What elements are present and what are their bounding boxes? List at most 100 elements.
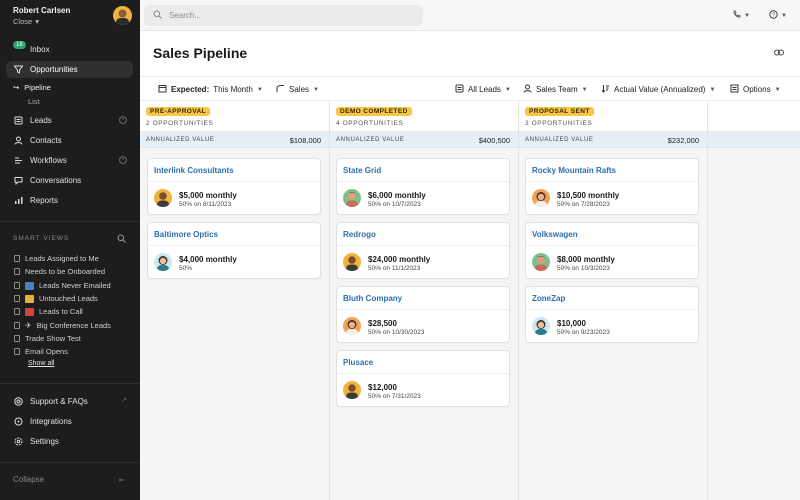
chevron-down-icon: ▾: [35, 17, 39, 26]
lead-name-link[interactable]: Interlink Consultants: [154, 166, 234, 175]
opportunity-confidence-date: 50% on 7/31/2023: [368, 393, 421, 400]
opportunity-confidence-date: 50% on 9/23/2023: [557, 329, 610, 336]
lead-name-link[interactable]: Redrogo: [343, 230, 376, 239]
smart-view-item[interactable]: Leads Never Emailed: [14, 281, 111, 290]
document-icon: [14, 295, 20, 302]
sidebar-item-settings[interactable]: Settings: [6, 433, 133, 450]
sort-label: Actual Value (Annualized): [614, 85, 706, 94]
sidebar-item-conversations[interactable]: Conversations: [6, 172, 133, 189]
options-menu[interactable]: Options ▼: [730, 84, 781, 95]
add-icon[interactable]: +: [119, 156, 127, 164]
opportunity-card[interactable]: Redrogo $24,000 monthly 50% on 11/1/2023: [336, 222, 510, 279]
lead-name-link[interactable]: State Grid: [343, 166, 381, 175]
sidebar-item-integrations[interactable]: Integrations: [6, 413, 133, 430]
sidebar-item-leads[interactable]: Leads +: [6, 112, 133, 129]
options-label: Options: [743, 85, 771, 94]
smart-view-item[interactable]: Needs to be Onboarded: [14, 267, 105, 276]
gear-icon: [14, 437, 23, 446]
opportunity-confidence-date: 50% on 10/3/2023: [557, 265, 610, 272]
team-filter[interactable]: Sales Team ▼: [523, 84, 588, 95]
lead-name-link[interactable]: Bluth Company: [343, 294, 402, 303]
opportunity-value: $4,000 monthly: [179, 255, 237, 264]
link-icon[interactable]: [774, 48, 784, 58]
phone-menu[interactable]: ▼: [732, 10, 750, 21]
org-name[interactable]: Close ▾: [13, 17, 70, 26]
opportunity-card[interactable]: Bluth Company $28,500 50% on 10/30/2023: [336, 286, 510, 343]
opportunity-card[interactable]: Rocky Mountain Rafts $10,500 monthly 50%…: [525, 158, 699, 215]
pipeline-label: Sales: [289, 85, 310, 94]
smart-view-item[interactable]: ✈ Big Conference Leads: [14, 321, 111, 330]
sidebar-item-label: Support & FAQs: [30, 397, 88, 406]
opportunity-card[interactable]: Baltimore Optics $4,000 monthly 50%: [147, 222, 321, 279]
opportunity-count: 4 OPPORTUNITIES: [336, 120, 404, 127]
help-menu[interactable]: ? ▼: [769, 10, 787, 21]
lead-name-link[interactable]: Rocky Mountain Rafts: [532, 166, 616, 175]
column-separator: [329, 101, 330, 500]
lead-name-link[interactable]: Plusace: [343, 358, 373, 367]
sidebar-item-contacts[interactable]: Contacts: [6, 132, 133, 149]
document-icon: [14, 335, 20, 342]
leads-filter[interactable]: All Leads ▼: [455, 84, 511, 95]
sort-filter[interactable]: Actual Value (Annualized) ▼: [601, 84, 715, 95]
column-header-demo-completed: DEMO COMPLETED 4 OPPORTUNITIES: [330, 101, 518, 132]
opportunity-confidence-date: 50% on 8/11/2023: [179, 201, 232, 208]
inbox-icon: [14, 45, 23, 54]
expected-value: This Month: [213, 85, 253, 94]
opportunity-value: $10,000: [557, 319, 586, 328]
divider: [148, 181, 320, 182]
help-icon: [14, 397, 23, 406]
document-icon: [14, 282, 20, 289]
lead-name-link[interactable]: Volkswagen: [532, 230, 578, 239]
pipeline-filter[interactable]: Sales ▼: [276, 84, 319, 95]
sidebar-item-reports[interactable]: Reports: [6, 192, 133, 209]
add-icon[interactable]: +: [119, 116, 127, 124]
sidebar-item-support[interactable]: Support & FAQs ↗: [6, 393, 133, 410]
opportunity-card[interactable]: Volkswagen $8,000 monthly 50% on 10/3/20…: [525, 222, 699, 279]
collapse-icon[interactable]: ⇤: [119, 476, 125, 484]
show-all-link[interactable]: Show all: [28, 360, 54, 367]
smart-view-item[interactable]: Trade Show Test: [14, 334, 81, 343]
sidebar-subitem-pipeline[interactable]: ↪ Pipeline: [13, 83, 51, 92]
annualized-value: $108,000: [289, 136, 321, 145]
search-icon: [153, 10, 162, 21]
phone-emoji-icon: [25, 307, 34, 316]
smart-view-item[interactable]: Email Opens: [14, 347, 68, 356]
opportunity-card[interactable]: ZoneZap $10,000 50% on 9/23/2023: [525, 286, 699, 343]
smart-view-item[interactable]: Leads to Call: [14, 307, 83, 316]
opportunity-value: $6,000 monthly: [368, 191, 426, 200]
stage-badge: PRE-APPROVAL: [146, 107, 210, 116]
sidebar-item-inbox[interactable]: Inbox: [6, 41, 133, 58]
search-icon[interactable]: [117, 234, 126, 243]
chevron-down-icon: ▼: [774, 86, 781, 93]
avatar[interactable]: [113, 6, 132, 25]
column-separator: [518, 101, 519, 500]
sidebar-item-label: Conversations: [30, 176, 82, 185]
topbar: Search... ▼ ? ▼: [140, 0, 800, 31]
sidebar-item-opportunities[interactable]: Opportunities: [6, 61, 133, 78]
page-title: Sales Pipeline: [153, 45, 248, 61]
divider: [526, 181, 698, 182]
user-switcher[interactable]: Robert Carlsen Close ▾: [13, 6, 70, 26]
opportunity-confidence-date: 50% on 10/30/2023: [368, 329, 425, 336]
smart-view-item[interactable]: Untouched Leads: [14, 294, 98, 303]
opportunity-card[interactable]: State Grid $6,000 monthly 50% on 10/7/20…: [336, 158, 510, 215]
stage-badge: DEMO COMPLETED: [336, 107, 412, 116]
smart-view-item[interactable]: Leads Assigned to Me: [14, 254, 99, 263]
sidebar-item-workflows[interactable]: Workflows +: [6, 152, 133, 169]
sidebar-subitem-label: List: [28, 97, 40, 106]
lead-name-link[interactable]: Baltimore Optics: [154, 230, 218, 239]
avatar: [343, 189, 361, 207]
chevron-down-icon: ▼: [581, 86, 588, 93]
search-input[interactable]: Search...: [144, 5, 423, 26]
smart-view-label: Trade Show Test: [25, 334, 81, 343]
lead-name-link[interactable]: ZoneZap: [532, 294, 565, 303]
expected-filter[interactable]: Expected: This Month ▼: [158, 84, 263, 95]
sidebar-subitem-list[interactable]: List: [13, 97, 40, 106]
collapse-button[interactable]: Collapse: [13, 475, 44, 484]
opportunity-confidence-date: 50% on 10/7/2023: [368, 201, 421, 208]
opportunity-value: $5,000 monthly: [179, 191, 237, 200]
opportunity-card[interactable]: Interlink Consultants $5,000 monthly 50%…: [147, 158, 321, 215]
phone-icon: [732, 10, 741, 21]
opportunity-card[interactable]: Plusace $12,000 50% on 7/31/2023: [336, 350, 510, 407]
opportunity-confidence-date: 50%: [179, 265, 193, 272]
